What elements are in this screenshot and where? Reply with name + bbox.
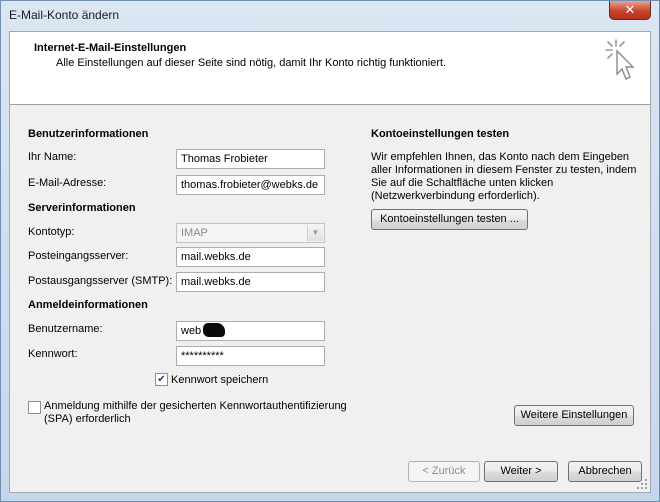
outgoing-server-field[interactable]: mail.webks.de (176, 272, 325, 292)
test-description-line: (Netzwerkverbindung erforderlich). (371, 190, 540, 202)
next-button[interactable]: Weiter > (484, 461, 558, 482)
window-title: E-Mail-Konto ändern (9, 8, 120, 22)
spa-checkbox[interactable] (28, 401, 41, 414)
name-label: Ihr Name: (28, 151, 77, 163)
test-description-line: Wir empfehlen Ihnen, das Konto nach dem … (371, 151, 630, 163)
more-settings-button[interactable]: Weitere Einstellungen (514, 405, 634, 426)
account-type-select[interactable]: IMAP ▼ (176, 223, 325, 243)
header-title: Internet-E-Mail-Einstellungen (34, 42, 187, 54)
email-label: E-Mail-Adresse: (28, 177, 107, 189)
header-subtitle: Alle Einstellungen auf dieser Seite sind… (56, 57, 447, 69)
login-info-heading: Anmeldeinformationen (28, 299, 148, 311)
remember-password-checkbox[interactable]: ✔ (155, 373, 168, 386)
spa-label-line2: (SPA) erforderlich (44, 413, 131, 425)
server-info-heading: Serverinformationen (28, 202, 136, 214)
title-bar[interactable]: E-Mail-Konto ändern ✕ (1, 1, 659, 29)
password-label: Kennwort: (28, 348, 78, 360)
remember-password-label: Kennwort speichern (171, 374, 269, 386)
name-field[interactable]: Thomas Frobieter (176, 149, 325, 169)
chevron-down-icon: ▼ (307, 225, 323, 241)
back-button[interactable]: < Zurück (408, 461, 480, 482)
test-account-button[interactable]: Kontoeinstellungen testen ... (371, 209, 528, 230)
username-label: Benutzername: (28, 323, 103, 335)
incoming-server-label: Posteingangsserver: (28, 250, 129, 262)
dialog-client-area: Internet-E-Mail-Einstellungen Alle Einst… (9, 31, 651, 493)
test-heading: Kontoeinstellungen testen (371, 128, 510, 140)
dialog-header: Internet-E-Mail-Einstellungen Alle Einst… (10, 32, 650, 105)
password-field[interactable]: ********** (176, 346, 325, 366)
cancel-button[interactable]: Abbrechen (568, 461, 642, 482)
username-value: web (181, 325, 202, 337)
spa-label-line1: Anmeldung mithilfe der gesicherten Kennw… (44, 400, 347, 412)
username-field[interactable]: web (176, 321, 325, 341)
dialog-window: E-Mail-Konto ändern ✕ Internet-E-Mail-Ei… (0, 0, 660, 502)
outgoing-server-label: Postausgangsserver (SMTP): (28, 275, 173, 287)
cursor-sparkle-icon (605, 39, 635, 80)
test-description-line: Sie auf die Schaltfläche unten klicken (371, 177, 554, 189)
redaction-mark (203, 323, 225, 337)
test-description-line: aller Informationen in diesem Fenster zu… (371, 164, 637, 176)
account-type-value: IMAP (181, 227, 208, 239)
email-field[interactable]: thomas.frobieter@webks.de (176, 175, 325, 195)
resize-grip-icon[interactable] (636, 478, 648, 490)
account-type-label: Kontotyp: (28, 226, 75, 238)
close-button[interactable]: ✕ (609, 1, 651, 20)
close-icon: ✕ (624, 2, 636, 17)
incoming-server-field[interactable]: mail.webks.de (176, 247, 325, 267)
user-info-heading: Benutzerinformationen (28, 128, 149, 140)
